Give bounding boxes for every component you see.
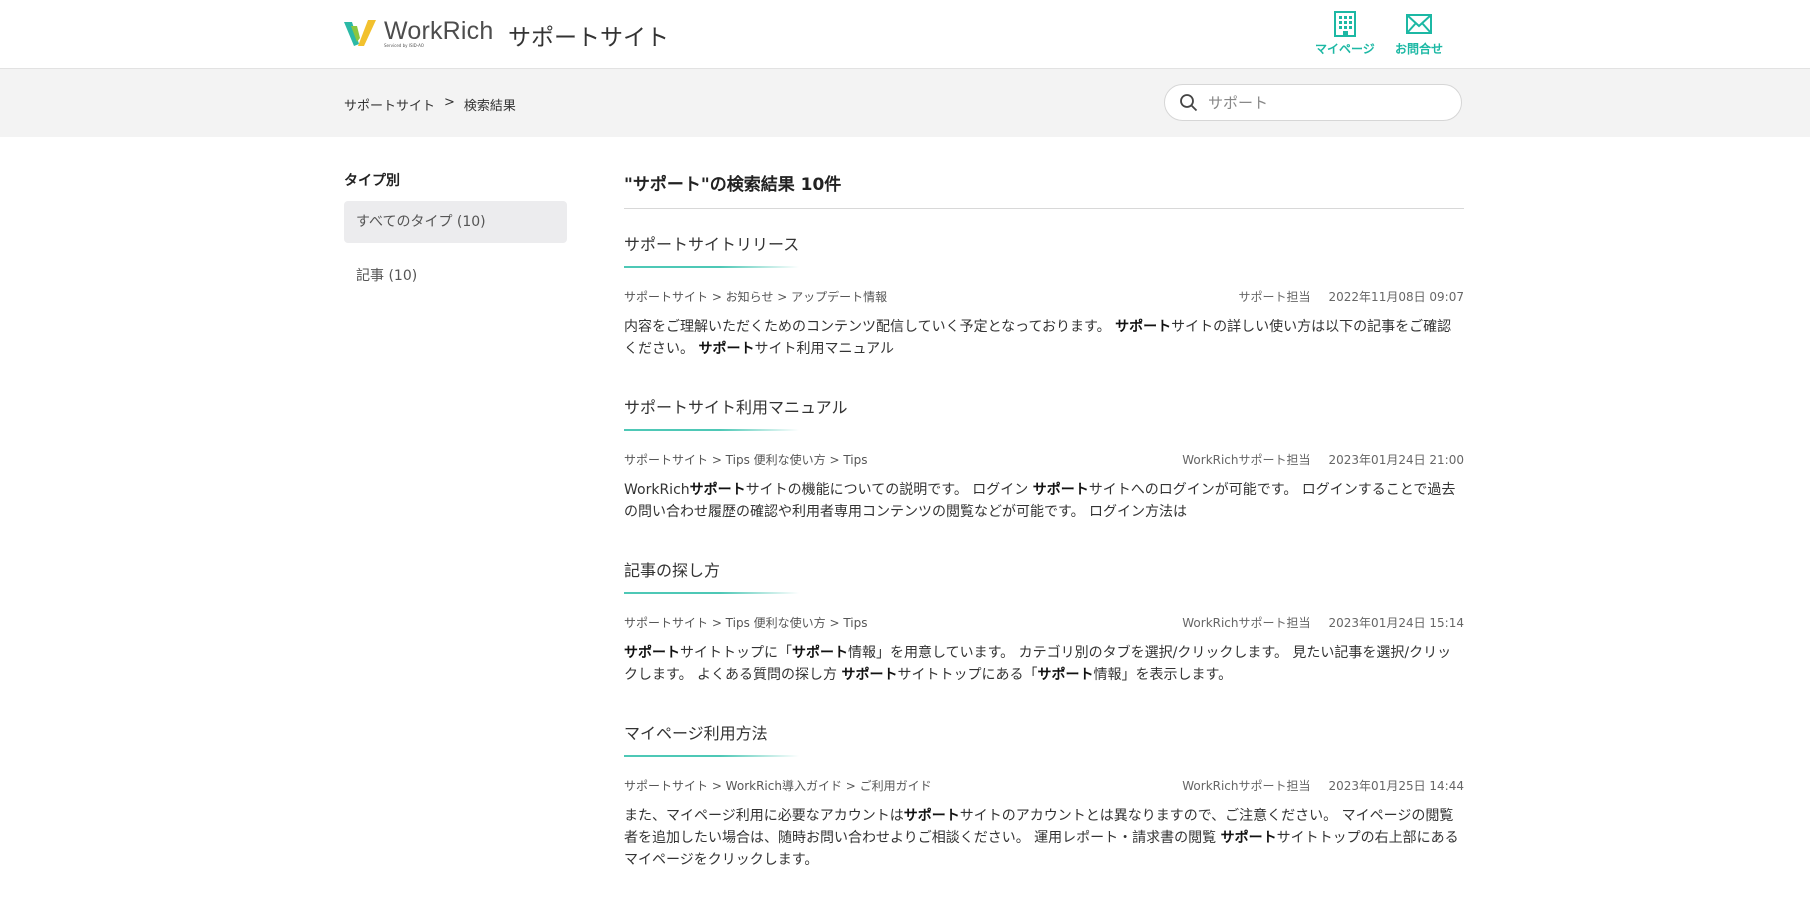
filter-articles[interactable]: 記事 (10) (344, 255, 567, 297)
site-header: WorkRich Serviced by ISID-AO サポートサイト マイペ… (0, 0, 1810, 69)
result-author-date: サポート担当 2022年11月08日 09:07 (1239, 288, 1465, 305)
snippet-highlight: サポート (689, 482, 746, 498)
logo-wordmark: WorkRich (384, 17, 494, 45)
result-author: WorkRichサポート担当 (1182, 616, 1311, 630)
snippet-highlight: サポート (624, 645, 680, 661)
snippet-highlight: サポート (841, 667, 898, 683)
search-results: "サポート"の検索結果 10件 サポートサイトリリースサポートサイト > お知ら… (624, 170, 1464, 871)
result-date: 2022年11月08日 09:07 (1328, 290, 1464, 304)
snippet-text: 内容をご理解いただくためのコンテンツ配信していく予定となっております。 (624, 319, 1116, 335)
result-item: サポートサイトリリース サポートサイト > お知らせ > アップデート情報 サポート… (624, 231, 1464, 360)
site-title: サポートサイト (508, 25, 669, 51)
result-snippet: また、マイページ利用に必要なアカウントはサポートサイトのアカウントとは異なります… (624, 805, 1464, 871)
breadcrumb-item-support-site[interactable]: サポートサイト (344, 95, 435, 114)
result-author: WorkRichサポート担当 (1182, 453, 1311, 467)
search-box[interactable] (1164, 84, 1462, 121)
search-input[interactable] (1206, 92, 1450, 113)
result-author-date: WorkRichサポート担当 2023年01月25日 14:44 (1182, 777, 1464, 794)
snippet-highlight: サポート (698, 341, 755, 357)
mail-icon (1406, 14, 1432, 34)
snippet-highlight: サポート (903, 808, 960, 824)
results-title: "サポート"の検索結果 10件 (624, 170, 1464, 209)
result-snippet: サポートサイトトップに「サポート情報」を用意しています。 カテゴリ別のタブを選択… (624, 642, 1464, 686)
result-meta: サポートサイト > Tips 便利な使い方 > Tips WorkRichサポート… (624, 451, 1464, 468)
breadcrumb-separator: > (444, 95, 455, 110)
result-author-date: WorkRichサポート担当 2023年01月24日 15:14 (1182, 614, 1464, 631)
result-item: マイページ利用方法サポートサイト > WorkRich導入ガイド > ご利用ガイ… (624, 720, 1464, 871)
result-snippet: 内容をご理解いただくためのコンテンツ配信していく予定となっております。 サポート… (624, 316, 1464, 360)
site-logo[interactable]: WorkRich Serviced by ISID-AO (344, 16, 494, 50)
snippet-text: サイトの機能についての説明です。 ログイン (745, 482, 1033, 498)
title-underline (624, 755, 799, 757)
result-category-path[interactable]: サポートサイト > お知らせ > アップデート情報 (624, 288, 887, 305)
result-title-link[interactable]: マイページ利用方法 (624, 720, 768, 755)
snippet-text: サイト利用マニュアル (754, 341, 895, 357)
snippet-text: 情報」を表示します。 (1093, 667, 1233, 683)
mypage-label: マイページ (1315, 42, 1375, 56)
snippet-text: また、マイページ利用に必要なアカウントは (624, 808, 904, 824)
result-meta: サポートサイト > WorkRich導入ガイド > ご利用ガイド WorkRich… (624, 777, 1464, 794)
result-item: サポートサイト利用マニュアルサポートサイト > Tips 便利な使い方 > Ti… (624, 394, 1464, 523)
snippet-highlight: サポート (1115, 319, 1172, 335)
result-meta: サポートサイト > お知らせ > アップデート情報 サポート担当 2022年11月0… (624, 288, 1464, 305)
logo-text: WorkRich Serviced by ISID-AO (384, 18, 494, 48)
sidebar-heading: タイプ別 (344, 173, 400, 189)
result-date: 2023年01月24日 21:00 (1328, 453, 1464, 467)
snippet-text: WorkRich (624, 482, 690, 498)
result-date: 2023年01月25日 14:44 (1328, 779, 1464, 793)
snippet-highlight: サポート (1220, 830, 1277, 846)
mypage-link[interactable]: マイページ (1315, 10, 1375, 57)
result-date: 2023年01月24日 15:14 (1328, 616, 1464, 630)
result-item: 記事の探し方サポートサイト > Tips 便利な使い方 > Tips WorkRi… (624, 557, 1464, 686)
breadcrumb-bar: サポートサイト > 検索結果 (0, 69, 1810, 137)
snippet-highlight: サポート (1032, 482, 1089, 498)
snippet-text: サイトトップにある「 (897, 667, 1038, 683)
result-meta: サポートサイト > Tips 便利な使い方 > Tips WorkRichサポート… (624, 614, 1464, 631)
workrich-logo-icon (344, 20, 376, 46)
result-title-link[interactable]: サポートサイトリリース (624, 231, 799, 266)
title-underline (624, 266, 799, 268)
result-author: サポート担当 (1238, 290, 1311, 304)
result-title-link[interactable]: 記事の探し方 (624, 557, 720, 592)
breadcrumb: サポートサイト > 検索結果 (344, 95, 516, 114)
result-category-path[interactable]: サポートサイト > WorkRich導入ガイド > ご利用ガイド (624, 777, 932, 794)
contact-link[interactable]: お問合せ (1395, 10, 1443, 57)
title-underline (624, 429, 799, 431)
result-category-path[interactable]: サポートサイト > Tips 便利な使い方 > Tips (624, 451, 868, 468)
result-title-link[interactable]: サポートサイト利用マニュアル (624, 394, 848, 429)
result-author-date: WorkRichサポート担当 2023年01月24日 21:00 (1182, 451, 1464, 468)
result-author: WorkRichサポート担当 (1182, 779, 1311, 793)
title-underline (624, 592, 799, 594)
snippet-highlight: サポート (1037, 667, 1094, 683)
result-category-path[interactable]: サポートサイト > Tips 便利な使い方 > Tips (624, 614, 868, 631)
filter-all-types[interactable]: すべてのタイプ (10) (344, 201, 567, 243)
type-filter-sidebar: タイプ別 すべてのタイプ (10) 記事 (10) (344, 170, 567, 309)
search-icon[interactable] (1179, 93, 1198, 112)
snippet-highlight: サポート (792, 645, 848, 661)
breadcrumb-item-search-results: 検索結果 (463, 99, 516, 114)
contact-label: お問合せ (1395, 42, 1444, 56)
logo-tagline: Serviced by ISID-AO (384, 43, 424, 48)
building-icon (1333, 11, 1356, 37)
results-list: サポートサイトリリース サポートサイト > お知らせ > アップデート情報 サポート… (624, 231, 1464, 871)
snippet-text: サイトトップに「 (680, 645, 792, 661)
result-snippet: WorkRichサポートサイトの機能についての説明です。 ログイン サポートサイ… (624, 479, 1464, 523)
